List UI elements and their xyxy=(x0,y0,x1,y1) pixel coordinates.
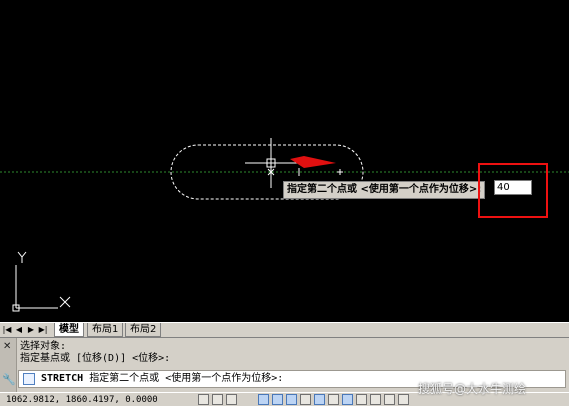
prev-tab-button[interactable]: ◀ xyxy=(14,325,24,335)
first-tab-button[interactable]: |◀ xyxy=(2,325,12,335)
selection-cycling-toggle[interactable] xyxy=(398,394,409,405)
autocad-window: 指定第二个点或 <使用第一个点作为位移>: 40 |◀ ◀ ▶ ▶| 模型 布局… xyxy=(0,0,569,406)
lineweight-toggle[interactable] xyxy=(356,394,367,405)
ortho-toggle[interactable] xyxy=(258,394,269,405)
tab-layout1[interactable]: 布局1 xyxy=(87,323,124,337)
coordinate-readout: 1062.9812, 1860.4197, 0.0000 xyxy=(6,395,158,405)
drawing-canvas[interactable]: 指定第二个点或 <使用第一个点作为位移>: 40 xyxy=(0,0,569,322)
layout-tab-bar: |◀ ◀ ▶ ▶| 模型 布局1 布局2 xyxy=(0,322,569,337)
next-tab-button[interactable]: ▶ xyxy=(26,325,36,335)
drawing-svg xyxy=(0,138,569,312)
direction-arrow xyxy=(290,156,336,168)
tab-layout2[interactable]: 布局2 xyxy=(125,323,162,337)
otrack-toggle[interactable] xyxy=(314,394,325,405)
tab-model[interactable]: 模型 xyxy=(54,323,84,337)
dyn-toggle[interactable] xyxy=(342,394,353,405)
dynamic-input-prompt: 指定第二个点或 <使用第一个点作为位移>: xyxy=(283,181,486,199)
history-line: 指定基点或 [位移(D)] <位移>: xyxy=(20,353,171,364)
grid-toggle[interactable] xyxy=(226,394,237,405)
command-line-text: STRETCH 指定第二个点或 <使用第一个点作为位移>: xyxy=(41,373,283,385)
infer-constraints-toggle[interactable] xyxy=(198,394,209,405)
current-prompt: 指定第二个点或 <使用第一个点作为位移>: xyxy=(89,373,284,384)
watermark: 搜狐号@大水牛测绘 xyxy=(418,382,527,396)
3d-osnap-toggle[interactable] xyxy=(300,394,311,405)
close-icon[interactable]: ✕ xyxy=(3,341,11,352)
snap-toggle[interactable] xyxy=(212,394,223,405)
transparency-toggle[interactable] xyxy=(370,394,381,405)
polar-toggle[interactable] xyxy=(272,394,283,405)
ucs-icon xyxy=(12,251,71,312)
command-window-grip[interactable]: ✕ 🔧 xyxy=(0,338,17,393)
highlight-annotation-box xyxy=(478,163,548,218)
command-icon xyxy=(23,373,35,385)
quick-properties-toggle[interactable] xyxy=(384,394,395,405)
command-history: 选择对象: 指定基点或 [位移(D)] <位移>: xyxy=(20,341,170,365)
osnap-toggle[interactable] xyxy=(286,394,297,405)
last-tab-button[interactable]: ▶| xyxy=(38,325,48,335)
history-line: 选择对象: xyxy=(20,341,67,352)
current-command: STRETCH xyxy=(41,373,84,384)
wrench-icon[interactable]: 🔧 xyxy=(2,374,16,386)
ducs-toggle[interactable] xyxy=(328,394,339,405)
